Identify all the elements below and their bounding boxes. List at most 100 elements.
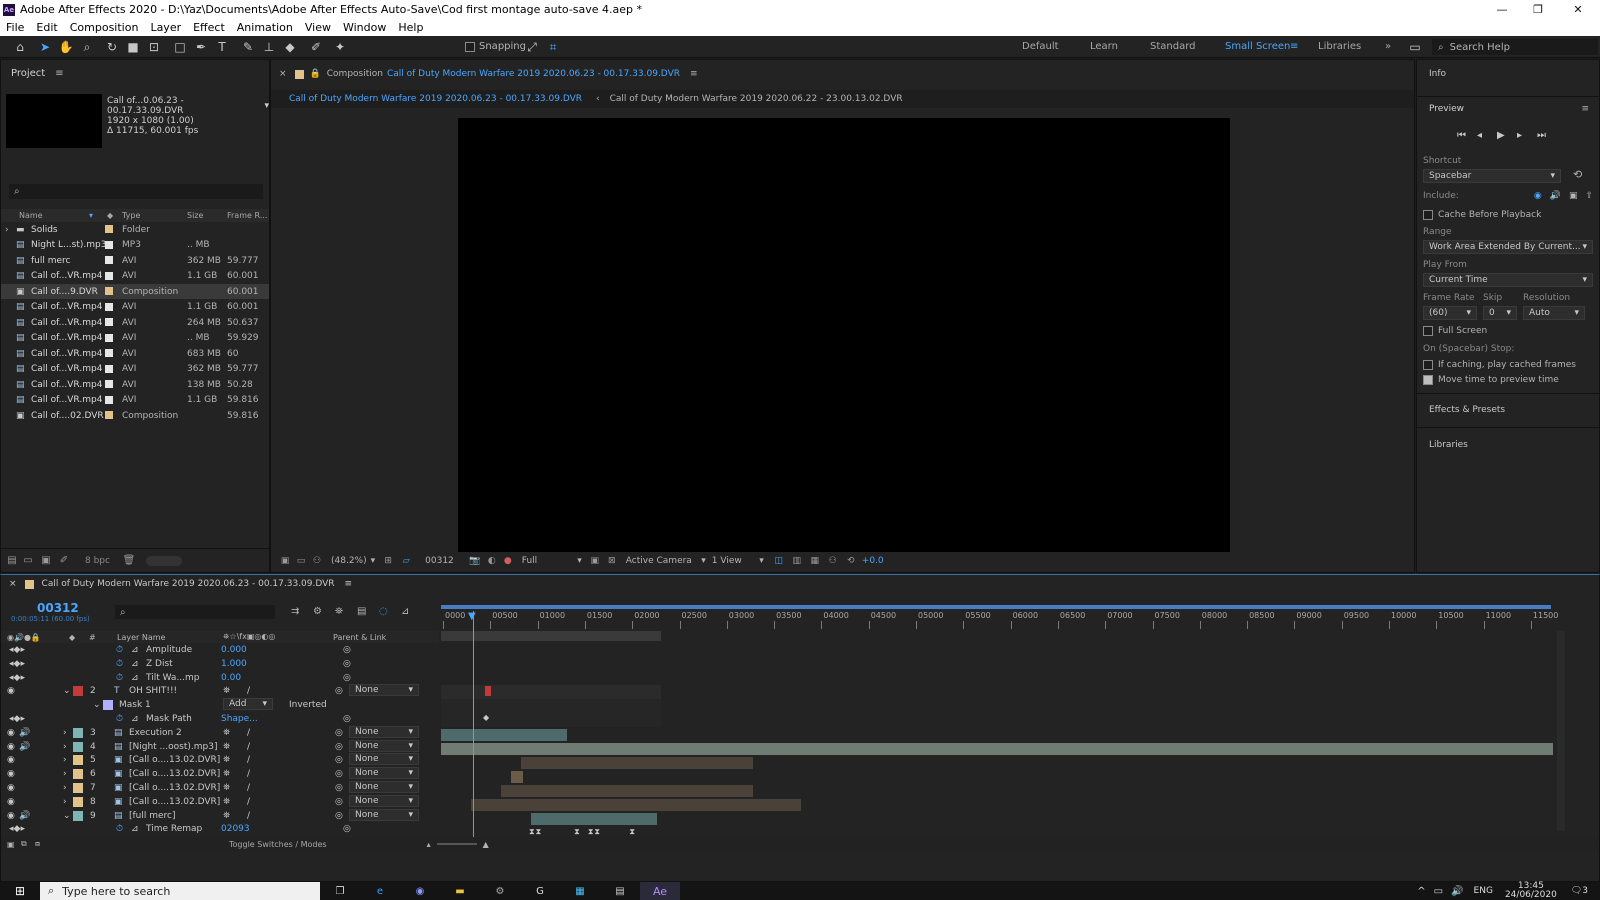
row-label-color[interactable] [105, 333, 113, 342]
row-label-color[interactable] [105, 349, 113, 357]
layer-row[interactable]: ◉ 🔊 › 3 ▤ Execution 2 ⛯ / ◎ None ▾ [1, 725, 439, 740]
parent-dropdown[interactable]: None ▾ [349, 684, 419, 697]
project-row[interactable]: ▣ Call of....9.DVR Composition 60.001 [1, 284, 269, 299]
timeline-zoom-slider[interactable] [436, 843, 477, 845]
playhead[interactable] [473, 611, 474, 837]
row-label-color[interactable] [105, 225, 113, 233]
show-snapshot-icon[interactable]: ◐ [484, 556, 500, 566]
graph-editor-icon[interactable]: ⊿ [401, 606, 423, 617]
more-workspaces-icon[interactable]: » [1385, 41, 1391, 52]
clock[interactable]: 13:45 24/06/2020 [1505, 882, 1557, 900]
graph-icon[interactable]: ⊿ [131, 824, 139, 834]
visibility-icon[interactable]: ◉ [7, 783, 15, 793]
toggle-pixel-icon[interactable]: ◫ [770, 556, 788, 566]
parent-dropdown[interactable]: None ▾ [349, 767, 419, 780]
camera-dropdown[interactable]: Active Camera ▾ [626, 556, 706, 566]
draft-3d-icon[interactable]: ⚙ [313, 606, 335, 617]
twirl-icon[interactable]: ⌄ [63, 686, 71, 696]
thumbnail-slider[interactable] [145, 555, 182, 566]
twirl-icon[interactable]: › [63, 769, 67, 779]
col-type[interactable]: Type [122, 211, 140, 220]
quality-switch-icon[interactable]: / [247, 728, 250, 738]
keyframe-nav-icon[interactable]: ◂◆▸ [9, 659, 25, 669]
hand-tool-icon[interactable]: ✋ [58, 39, 74, 55]
col-layer-name[interactable]: Layer Name [117, 633, 165, 642]
zoom-dropdown[interactable]: (48.2%) [331, 556, 367, 566]
time-ruler[interactable]: 0000 00500 01000 01500 02000 02500 03000 03500 0… [441, 601, 1561, 629]
layer-name[interactable]: [Call o....13.02.DVR] [129, 797, 220, 807]
expand-arrow-icon[interactable]: › [5, 225, 9, 235]
layer-name[interactable]: [Call o....13.02.DVR] [129, 769, 220, 779]
property-value[interactable]: Shape... [221, 714, 258, 724]
app-icon-4[interactable]: ▤ [600, 886, 640, 897]
av-switches-icon[interactable]: ◉🔊●🔒 [7, 633, 41, 642]
parent-dropdown[interactable]: None ▾ [349, 808, 419, 821]
time-remap-keyframes[interactable]: ⧗⧗ ⧗ ⧗⧗ ⧗ [529, 827, 636, 837]
project-row[interactable]: ▤ full merc AVI 362 MB 59.777 [1, 253, 269, 268]
twirl-icon[interactable]: › [63, 783, 67, 793]
row-label-color[interactable] [105, 287, 113, 295]
layer-row[interactable]: ◉ ⌄ 2 T OH SHIT!!! ⛯ / ◎ None ▾ [1, 684, 439, 698]
layer-row[interactable]: ◉ › 6 ▣ [Call o....13.02.DVR] ⛯ / ◎ None ▾ [1, 767, 439, 781]
layer-label-color[interactable] [73, 755, 83, 766]
menu-animation[interactable]: Animation [237, 21, 293, 34]
resolution-dropdown[interactable]: Full ▾ [522, 556, 582, 566]
shy-switch-icon[interactable]: ⛯ [223, 797, 230, 807]
expand-transfer-icon[interactable]: ⧉ [21, 839, 35, 849]
row-label-color[interactable] [105, 318, 113, 326]
search-help[interactable]: ⌕ Search Help [1432, 39, 1598, 55]
layer-label-color[interactable] [73, 686, 83, 697]
zoom-out-icon[interactable]: ▴ [427, 840, 431, 849]
project-row[interactable]: ▤ Night L...st).mp3 MP3 .. MB [1, 238, 269, 253]
layer-bar-3[interactable] [441, 729, 567, 741]
workspace-small-screen[interactable]: Small Screen [1225, 41, 1290, 52]
property-row[interactable]: ◂◆▸ ⏱ ⊿ Amplitude 0.000 ◎ [1, 643, 439, 657]
project-row[interactable]: ▤ Call of...VR.mp4 AVI 1.1 GB 60.001 [1, 300, 269, 315]
shortcut-dropdown[interactable]: Spacebar ▾ [1423, 169, 1561, 183]
snapping-checkbox[interactable] [465, 41, 475, 52]
menu-effect[interactable]: Effect [193, 21, 225, 34]
project-row[interactable]: ▤ Call of...VR.mp4 AVI 683 MB 60 [1, 346, 269, 361]
property-value[interactable]: 02093 [221, 824, 250, 834]
keyframe-marker[interactable] [485, 686, 491, 696]
panel-icon[interactable]: ▭ [1407, 39, 1423, 55]
quality-switch-icon[interactable]: / [247, 769, 250, 779]
app-icon-3[interactable]: ▦ [560, 886, 600, 897]
menu-layer[interactable]: Layer [150, 21, 181, 34]
cache-option[interactable]: Cache Before Playback [1423, 210, 1541, 220]
project-row[interactable]: ▤ Call of...VR.mp4 AVI 362 MB 59.777 [1, 362, 269, 377]
rectangle-tool-icon[interactable]: □ [172, 39, 188, 55]
selection-tool-icon[interactable]: ➤ [37, 39, 53, 55]
fullscreen-checkbox[interactable] [1423, 326, 1433, 336]
timeline-search-input[interactable]: ⌕ [115, 605, 275, 619]
zoom-in-icon[interactable]: ▲ [483, 840, 489, 849]
parent-dropdown[interactable]: None ▾ [349, 781, 419, 793]
graph-icon[interactable]: ⊿ [131, 673, 139, 683]
interpret-footage-icon[interactable]: ▤ [5, 555, 19, 566]
timeline-menu-icon[interactable]: ≡ [345, 579, 353, 589]
language-indicator[interactable]: ENG [1474, 886, 1493, 896]
row-label-color[interactable] [105, 395, 113, 404]
clone-stamp-tool-icon[interactable]: ⊥ [261, 39, 277, 55]
layer-row[interactable]: ◉ 🔊 ⌄ 9 ▤ [full merc] ⛯ / ◎ None ▾ [1, 808, 439, 823]
taskbar-search-input[interactable]: Type here to search [62, 885, 170, 898]
menu-edit[interactable]: Edit [36, 21, 57, 34]
parent-dropdown[interactable]: None ▾ [349, 794, 419, 807]
menu-view[interactable]: View [305, 21, 331, 34]
col-parent[interactable]: Parent & Link [333, 633, 386, 642]
pickwhip-icon[interactable]: ◎ [335, 755, 343, 765]
exposure-value[interactable]: +0.0 [862, 556, 884, 566]
framerate-dropdown[interactable]: (60) ▾ [1423, 306, 1477, 320]
stop-option-2[interactable]: Move time to preview time [1423, 375, 1559, 385]
shy-switch-icon[interactable]: ⛯ [223, 728, 230, 738]
reset-exposure-icon[interactable]: ⟲ [842, 556, 860, 566]
project-row[interactable]: ▤ Call of...VR.mp4 AVI .. MB 59.929 [1, 331, 269, 346]
discord-icon[interactable]: ◉ [400, 886, 440, 897]
workspace-default[interactable]: Default [1022, 41, 1059, 52]
quality-switch-icon[interactable]: / [247, 686, 250, 696]
project-row[interactable]: ▤ Call of...VR.mp4 AVI 138 MB 50.28 [1, 377, 269, 392]
mask-row[interactable]: ⌄ Mask 1 Add ▾ Inverted [1, 698, 439, 712]
stopwatch-icon[interactable]: ⏱ [116, 714, 123, 724]
tray-chevron-icon[interactable]: ^ [1417, 886, 1425, 897]
minimize-icon[interactable]: — [1484, 0, 1520, 19]
